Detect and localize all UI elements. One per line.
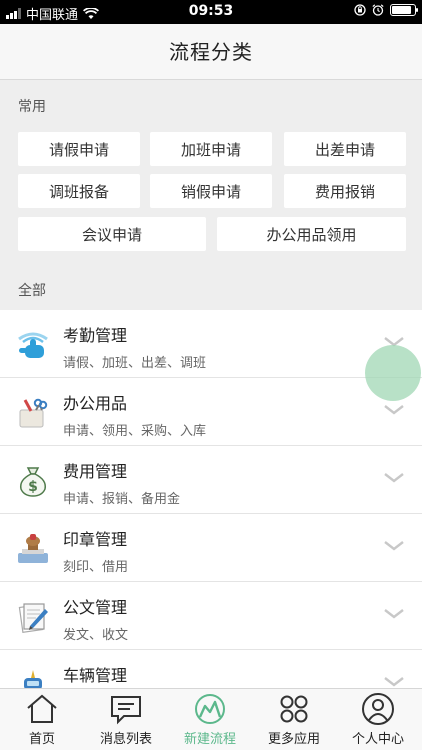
quick-button-business-trip[interactable]: 出差申请 bbox=[284, 132, 406, 166]
all-section-label: 全部 bbox=[18, 283, 46, 299]
category-item-expense[interactable]: $ 费用管理 申请、报销、备用金 bbox=[0, 446, 422, 514]
quick-button-leave-cancel[interactable]: 销假申请 bbox=[150, 174, 272, 208]
money-bag-icon: $ bbox=[19, 467, 47, 497]
category-item-vehicle[interactable]: 车辆管理 bbox=[0, 650, 422, 688]
category-subtitle: 刻印、借用 bbox=[63, 560, 129, 575]
tab-new-process[interactable]: 新建流程 bbox=[168, 689, 252, 750]
svg-text:$: $ bbox=[28, 479, 38, 495]
tab-label: 消息列表 bbox=[99, 732, 152, 747]
category-subtitle: 发文、收文 bbox=[63, 628, 129, 643]
car-icon bbox=[24, 670, 42, 688]
apps-icon bbox=[280, 695, 308, 723]
battery-icon bbox=[390, 4, 418, 16]
tab-label: 更多应用 bbox=[267, 732, 320, 747]
floating-action-dot[interactable] bbox=[365, 345, 421, 401]
category-subtitle: 请假、加班、出差、调班 bbox=[63, 356, 207, 371]
category-subtitle: 申请、领用、采购、入库 bbox=[63, 424, 207, 439]
status-bar: 中国联通 09:53 bbox=[0, 0, 422, 24]
quick-button-shift-change[interactable]: 调班报备 bbox=[18, 174, 140, 208]
tab-label: 首页 bbox=[28, 732, 55, 747]
quick-button-meeting[interactable]: 会议申请 bbox=[18, 217, 206, 251]
category-name: 费用管理 bbox=[63, 462, 128, 481]
alarm-icon bbox=[372, 4, 384, 16]
quick-button-leave[interactable]: 请假申请 bbox=[18, 132, 140, 166]
hand-touch-icon bbox=[18, 332, 48, 358]
common-section-label: 常用 bbox=[18, 99, 46, 115]
category-name: 办公用品 bbox=[63, 394, 128, 413]
category-subtitle: 申请、报销、备用金 bbox=[63, 492, 181, 507]
status-bar-right bbox=[354, 4, 418, 16]
tab-more-apps[interactable]: 更多应用 bbox=[252, 689, 336, 750]
chevron-down-icon[interactable] bbox=[384, 608, 404, 620]
message-icon bbox=[111, 696, 141, 725]
category-item-document[interactable]: 公文管理 发文、收文 bbox=[0, 582, 422, 650]
office-supplies-icon bbox=[19, 398, 48, 428]
tab-bar: 首页 消息列表 新建流程 更多应用 个人中心 bbox=[0, 688, 422, 750]
chevron-down-icon[interactable] bbox=[384, 404, 404, 416]
chevron-down-icon[interactable] bbox=[384, 676, 404, 688]
category-list: 考勤管理 请假、加班、出差、调班 办公用品 申请、领用、采购、入库 $ 费用管理… bbox=[0, 310, 422, 688]
tab-profile[interactable]: 个人中心 bbox=[336, 689, 420, 750]
tab-messages[interactable]: 消息列表 bbox=[84, 689, 168, 750]
tab-label: 新建流程 bbox=[183, 732, 236, 747]
rotation-lock-icon bbox=[354, 4, 366, 16]
category-item-seal[interactable]: 印章管理 刻印、借用 bbox=[0, 514, 422, 582]
user-icon bbox=[362, 693, 394, 725]
nav-bar: 流程分类 bbox=[0, 24, 422, 80]
chevron-down-icon[interactable] bbox=[384, 540, 404, 552]
category-name: 考勤管理 bbox=[63, 326, 128, 345]
home-icon bbox=[27, 694, 57, 723]
quick-button-office-supplies[interactable]: 办公用品领用 bbox=[217, 217, 406, 251]
category-item-attendance[interactable]: 考勤管理 请假、加班、出差、调班 bbox=[0, 310, 422, 378]
tab-home[interactable]: 首页 bbox=[0, 689, 84, 750]
category-item-office-supplies[interactable]: 办公用品 申请、领用、采购、入库 bbox=[0, 378, 422, 446]
stamp-icon bbox=[18, 534, 48, 563]
quick-button-overtime[interactable]: 加班申请 bbox=[150, 132, 272, 166]
document-icon bbox=[18, 603, 48, 633]
page-title: 流程分类 bbox=[169, 40, 253, 64]
new-process-icon bbox=[195, 694, 225, 724]
category-name: 印章管理 bbox=[63, 530, 128, 549]
category-name: 公文管理 bbox=[63, 598, 128, 617]
category-name: 车辆管理 bbox=[63, 666, 128, 685]
chevron-down-icon[interactable] bbox=[384, 472, 404, 484]
tab-label: 个人中心 bbox=[351, 732, 404, 747]
quick-button-expense[interactable]: 费用报销 bbox=[284, 174, 406, 208]
